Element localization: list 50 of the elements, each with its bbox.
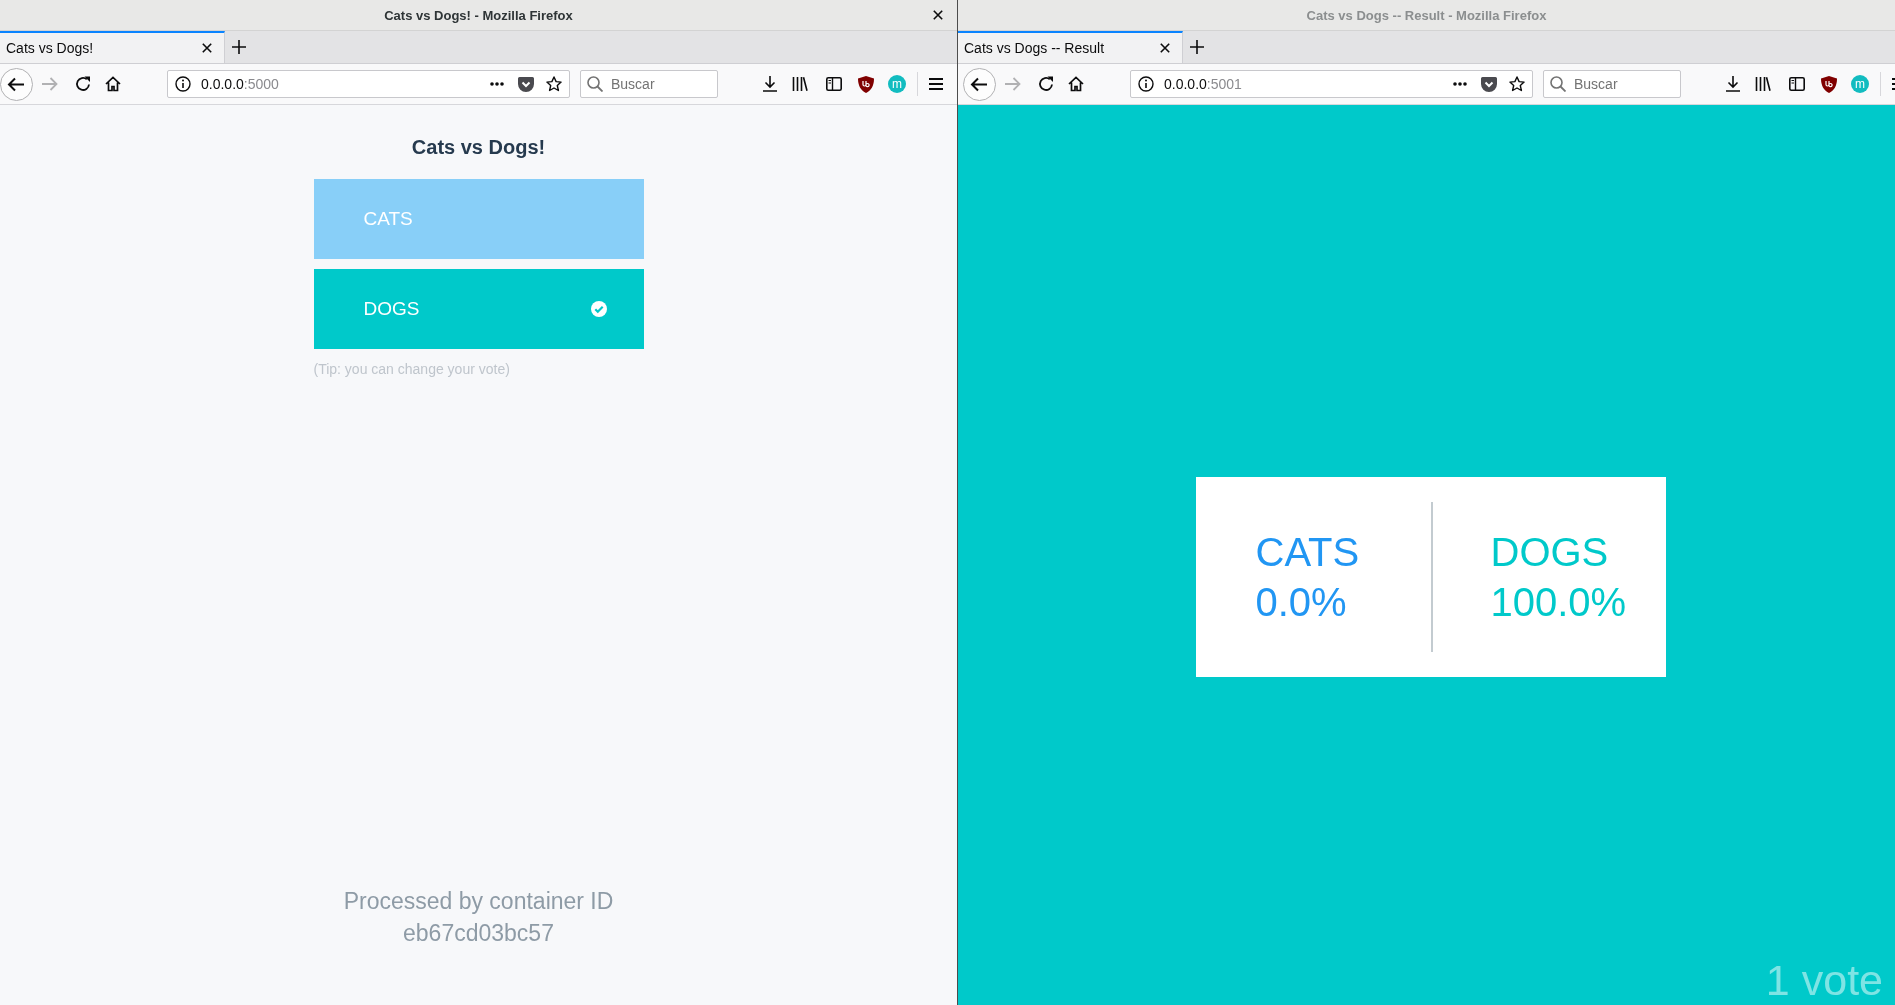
plus-icon[interactable] xyxy=(1190,40,1204,54)
window-title: Cats vs Dogs! - Mozilla Firefox xyxy=(384,7,573,23)
sidebar-icon[interactable] xyxy=(826,77,842,91)
reload-icon[interactable] xyxy=(75,76,91,92)
browser-tab[interactable]: Cats vs Dogs! xyxy=(0,31,225,63)
close-icon[interactable] xyxy=(1160,43,1170,53)
shield-icon[interactable] xyxy=(1821,75,1837,93)
choice-label: DOGS xyxy=(1490,529,1609,576)
home-icon[interactable] xyxy=(1068,76,1084,92)
more-icon[interactable] xyxy=(490,82,504,86)
download-icon[interactable] xyxy=(1725,76,1741,92)
percentage-text: 0.0% xyxy=(1255,579,1347,626)
container-id-text: Processed by container ID eb67cd03bc57 xyxy=(342,887,615,948)
info-icon[interactable] xyxy=(1138,76,1154,92)
percentage-text: 100.0% xyxy=(1490,579,1627,626)
page-title: Cats vs Dogs! xyxy=(411,135,546,159)
info-icon[interactable] xyxy=(175,76,191,92)
search-icon xyxy=(587,76,603,92)
back-icon[interactable] xyxy=(963,67,996,101)
home-icon[interactable] xyxy=(105,76,121,92)
search-icon xyxy=(1550,76,1566,92)
back-icon[interactable] xyxy=(0,67,33,101)
pocket-icon[interactable] xyxy=(518,76,534,92)
more-icon[interactable] xyxy=(1453,82,1467,86)
close-icon[interactable] xyxy=(933,10,943,20)
shield-icon[interactable] xyxy=(858,75,874,93)
search-field[interactable]: Buscar xyxy=(580,70,718,98)
download-icon[interactable] xyxy=(762,76,778,92)
check-icon xyxy=(590,301,607,317)
sidebar-icon[interactable] xyxy=(1789,77,1805,91)
address-bar[interactable]: 0.0.0.0:5001 xyxy=(1130,70,1533,98)
url-text: 0.0.0.0:5000 xyxy=(201,76,280,92)
choice-label: CATS xyxy=(1255,529,1360,576)
vote-count-text: 1 vote xyxy=(1765,955,1883,1005)
star-icon[interactable] xyxy=(1509,76,1525,92)
tip-text: (Tip: you can change your vote) xyxy=(313,361,511,377)
url-text: 0.0.0.0:5001 xyxy=(1164,76,1243,92)
close-icon[interactable] xyxy=(202,43,212,53)
search-field[interactable]: Buscar xyxy=(1543,70,1681,98)
menu-icon[interactable] xyxy=(1891,76,1895,92)
browser-tab[interactable]: Cats vs Dogs -- Result xyxy=(958,31,1183,63)
window-title: Cats vs Dogs -- Result - Mozilla Firefox xyxy=(1306,7,1547,23)
menu-icon[interactable] xyxy=(928,76,944,92)
library-icon[interactable] xyxy=(1755,76,1771,92)
plus-icon[interactable] xyxy=(232,40,246,54)
star-icon[interactable] xyxy=(546,76,562,92)
reload-icon[interactable] xyxy=(1038,76,1054,92)
address-bar[interactable]: 0.0.0.0:5000 xyxy=(167,70,570,98)
pocket-icon[interactable] xyxy=(1481,76,1497,92)
library-icon[interactable] xyxy=(792,76,808,92)
